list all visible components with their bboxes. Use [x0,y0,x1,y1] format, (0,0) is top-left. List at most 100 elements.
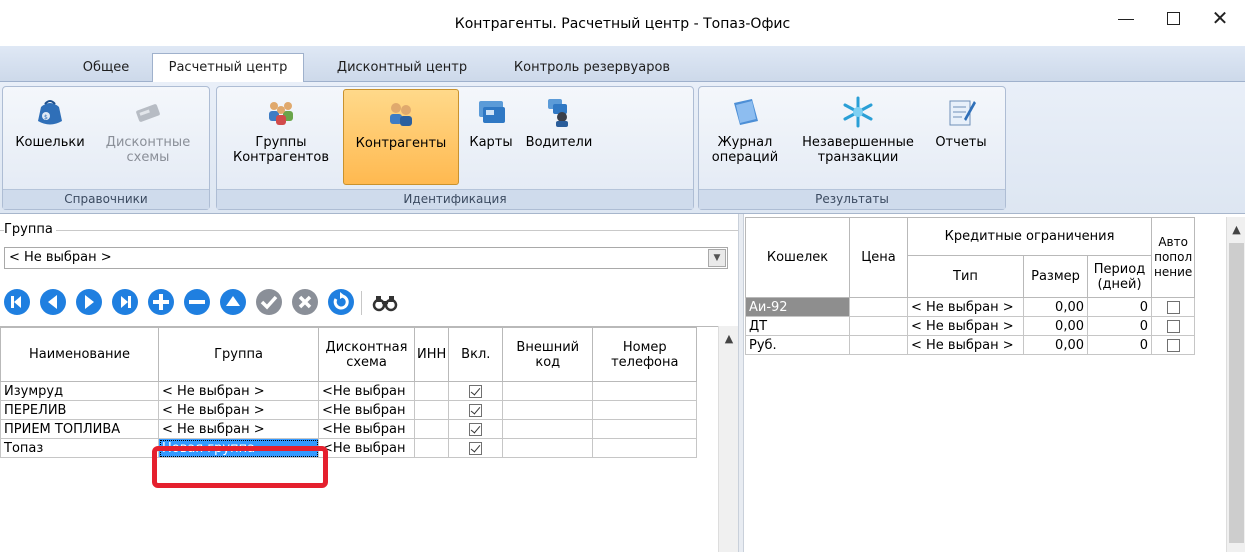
drivers-button[interactable]: Водители [523,89,595,185]
cell-scheme[interactable]: <Не выбран [318,400,415,420]
table-row[interactable]: Изумруд < Не выбран > <Не выбран [0,381,698,401]
cell-wallet[interactable]: Аи-92 [745,297,850,317]
column-header-wallet[interactable]: Кошелек [745,217,850,298]
cell-external-code[interactable] [502,381,594,401]
close-button[interactable]: ✕ [1197,0,1243,40]
cell-type[interactable]: < Не выбран > [907,297,1024,317]
cell-inn[interactable] [413,438,450,458]
cell-auto[interactable] [1150,316,1196,336]
up-icon[interactable] [218,287,248,317]
cell-group-selected[interactable]: Новая группа [158,438,319,458]
table-row[interactable]: ДТ < Не выбран > 0,00 0 [745,316,1196,336]
contractors-scrollbar[interactable]: ▲ [718,326,738,552]
cell-wallet[interactable]: Руб. [745,335,850,355]
contractors-button[interactable]: Контрагенты [343,89,459,185]
cell-group[interactable]: < Не выбран > [158,400,319,420]
column-header-inn[interactable]: ИНН [413,327,450,382]
group-select[interactable]: < Не выбран > ▼ [4,247,728,269]
cell-phone[interactable] [592,438,698,458]
discount-schemes-button[interactable]: Дисконтные схемы [95,89,201,185]
auto-topup-checkbox[interactable] [1166,319,1180,333]
enabled-checkbox[interactable] [469,384,483,398]
cell-scheme[interactable]: <Не выбран [318,438,415,458]
table-row[interactable]: Аи-92 < Не выбран > 0,00 0 [745,297,1196,317]
cell-enabled[interactable] [448,381,504,401]
chevron-down-icon[interactable]: ▼ [708,249,726,267]
cell-price[interactable] [849,335,908,355]
cell-phone[interactable] [592,419,698,439]
cell-price[interactable] [849,297,908,317]
column-header-credit-limits[interactable]: Кредитные ограничения [907,217,1152,256]
column-header-discount-scheme[interactable]: Дисконтная схема [318,327,415,382]
cell-inn[interactable] [413,419,450,439]
column-header-phone[interactable]: Номер телефона [592,327,698,382]
cell-group[interactable]: < Не выбран > [158,381,319,401]
table-row[interactable]: Руб. < Не выбран > 0,00 0 [745,335,1196,355]
scroll-up-icon[interactable]: ▲ [719,332,739,345]
enabled-checkbox[interactable] [469,441,483,455]
wallets-scrollbar[interactable]: ▲ [1226,217,1245,552]
unfinished-transactions-button[interactable]: Незавершенные транзакции [791,89,925,185]
auto-topup-checkbox[interactable] [1166,338,1180,352]
cell-name[interactable]: Изумруд [0,381,159,401]
confirm-icon[interactable] [254,287,284,317]
cell-name[interactable]: ПРИЕМ ТОПЛИВА [0,419,159,439]
cell-external-code[interactable] [502,419,594,439]
tab-tank-control[interactable]: Контроль резервуаров [496,55,688,82]
column-header-type[interactable]: Тип [907,255,1024,298]
cell-name[interactable]: ПЕРЕЛИВ [0,400,159,420]
cell-enabled[interactable] [448,438,504,458]
pane-splitter[interactable] [738,214,744,552]
operations-journal-button[interactable]: Журнал операций [703,89,787,185]
column-header-enabled[interactable]: Вкл. [448,327,504,382]
enabled-checkbox[interactable] [469,403,483,417]
table-row[interactable]: ПРИЕМ ТОПЛИВА < Не выбран > <Не выбран [0,419,698,439]
cell-wallet[interactable]: ДТ [745,316,850,336]
cell-enabled[interactable] [448,400,504,420]
column-header-external-code[interactable]: Внешний код [502,327,594,382]
column-header-size[interactable]: Размер [1023,255,1088,298]
binoculars-icon[interactable] [370,287,400,317]
minimize-button[interactable] [1103,0,1149,40]
cell-external-code[interactable] [502,400,594,420]
cell-size[interactable]: 0,00 [1023,316,1088,336]
refresh-icon[interactable] [326,287,356,317]
prev-icon[interactable] [38,287,68,317]
cell-auto[interactable] [1150,297,1196,317]
cancel-icon[interactable] [290,287,320,317]
cell-name[interactable]: Топаз [0,438,159,458]
delete-icon[interactable] [182,287,212,317]
cell-type[interactable]: < Не выбран > [907,335,1024,355]
cell-price[interactable] [849,316,908,336]
scroll-up-icon[interactable]: ▲ [1227,223,1245,236]
enabled-checkbox[interactable] [469,422,483,436]
cell-period[interactable]: 0 [1087,335,1152,355]
cell-period[interactable]: 0 [1087,297,1152,317]
cell-size[interactable]: 0,00 [1023,335,1088,355]
tab-general[interactable]: Общее [68,55,144,82]
tab-settlement-center[interactable]: Расчетный центр [152,53,304,83]
contractor-groups-button[interactable]: Группы Контрагентов [221,89,341,185]
scrollbar-thumb[interactable] [1229,243,1244,543]
column-header-period[interactable]: Период (дней) [1087,255,1152,298]
wallets-button[interactable]: $ Кошельки [7,89,93,185]
add-icon[interactable] [146,287,176,317]
cell-type[interactable]: < Не выбран > [907,316,1024,336]
cell-enabled[interactable] [448,419,504,439]
next-icon[interactable] [74,287,104,317]
cell-size[interactable]: 0,00 [1023,297,1088,317]
table-row[interactable]: Топаз Новая группа <Не выбран [0,438,698,458]
maximize-button[interactable] [1150,0,1196,40]
cell-group[interactable]: < Не выбран > [158,419,319,439]
tab-discount-center[interactable]: Дисконтный центр [318,55,486,82]
auto-topup-checkbox[interactable] [1166,300,1180,314]
column-header-price[interactable]: Цена [849,217,908,298]
cell-period[interactable]: 0 [1087,316,1152,336]
cell-auto[interactable] [1150,335,1196,355]
cell-inn[interactable] [413,400,450,420]
column-header-group[interactable]: Группа [158,327,319,382]
cell-external-code[interactable] [502,438,594,458]
cell-scheme[interactable]: <Не выбран [318,419,415,439]
column-header-name[interactable]: Наименование [0,327,159,382]
reports-button[interactable]: Отчеты [929,89,993,185]
